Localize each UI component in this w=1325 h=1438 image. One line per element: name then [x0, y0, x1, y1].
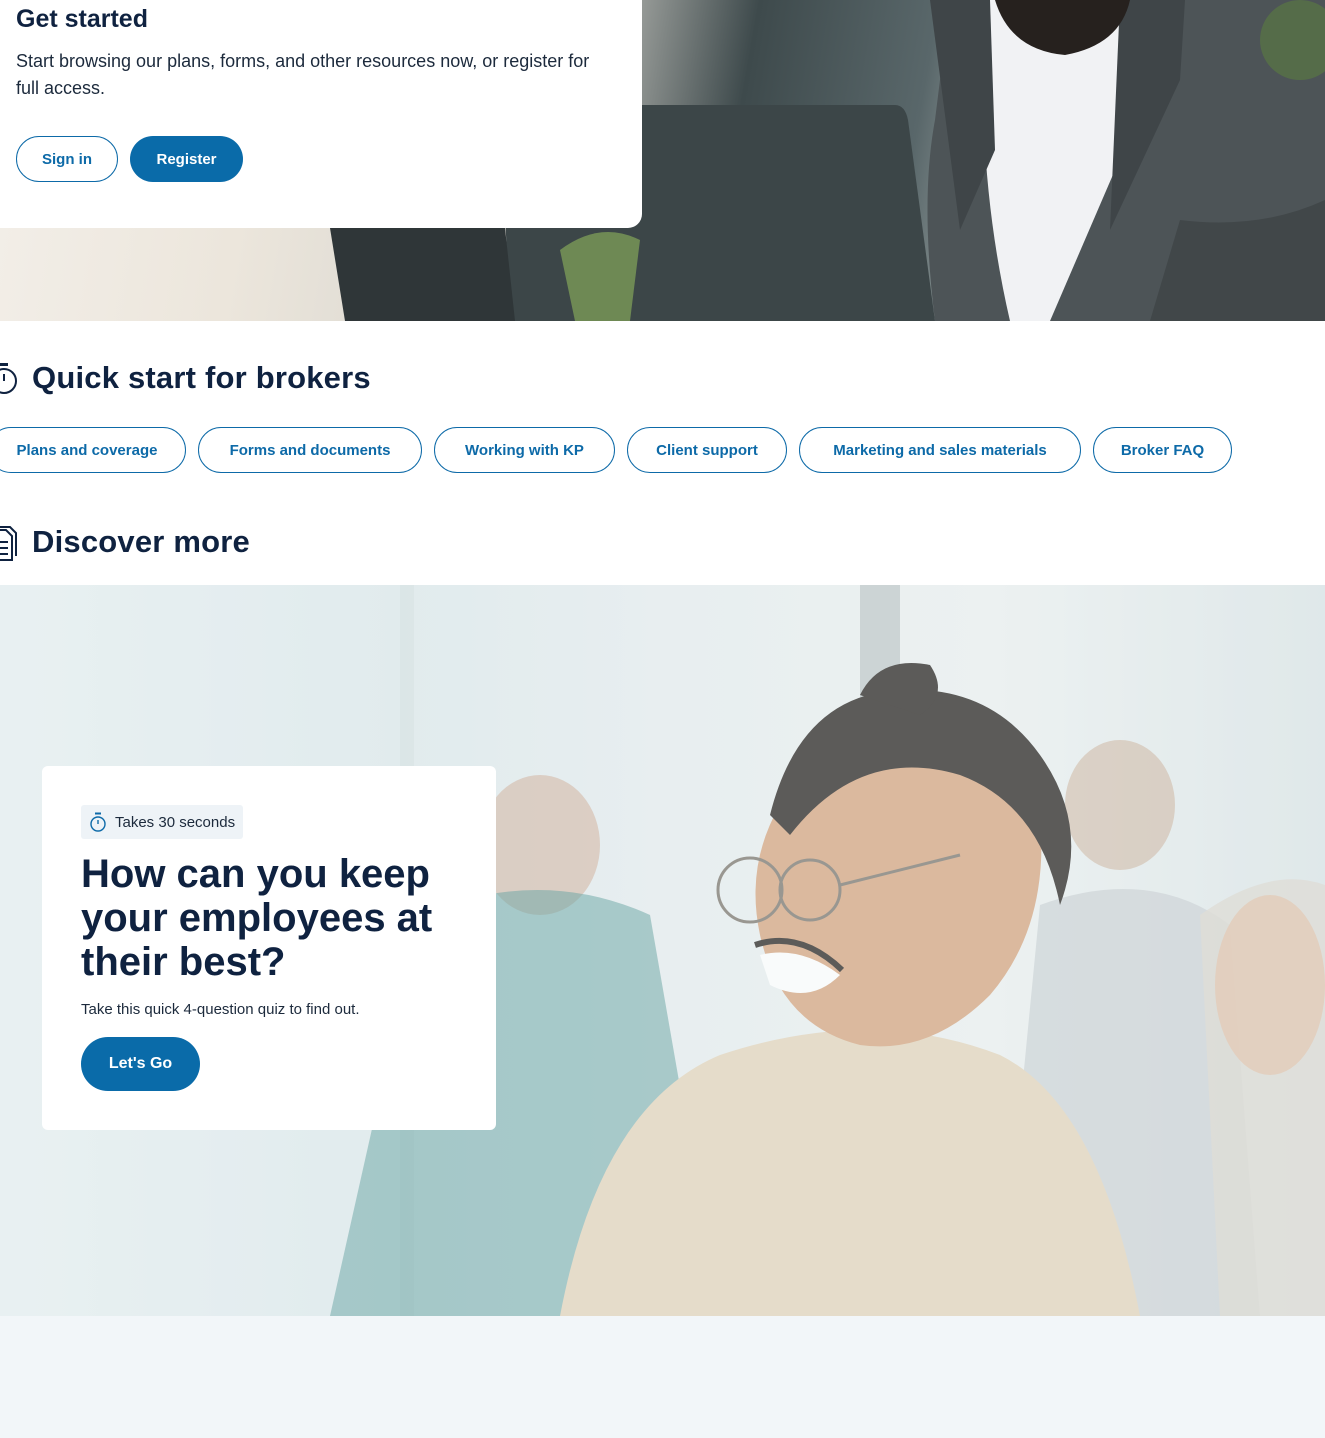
quick-link-marketing-and-sales-materials[interactable]: Marketing and sales materials — [799, 427, 1081, 473]
sign-in-button[interactable]: Sign in — [16, 136, 118, 182]
get-started-card — [0, 0, 642, 228]
stopwatch-icon — [90, 812, 106, 832]
register-button[interactable]: Register — [130, 136, 243, 182]
get-started-title: Get started — [16, 5, 148, 33]
quiz-duration-text: Takes 30 seconds — [115, 813, 236, 831]
quick-link-plans-and-coverage[interactable]: Plans and coverage — [0, 427, 186, 473]
quiz-duration-badge: Takes 30 seconds — [81, 805, 244, 839]
quick-start-title: Quick start for brokers — [32, 360, 371, 395]
footer-band — [0, 1316, 1325, 1438]
document-icon — [0, 526, 17, 561]
hero-banner: Get started Start browsing our plans, fo… — [0, 0, 1325, 321]
quick-link-broker-faq[interactable]: Broker FAQ — [1093, 427, 1232, 473]
quiz-description: Take this quick 4-question quiz to find … — [81, 1001, 360, 1018]
quick-link-forms-and-documents[interactable]: Forms and documents — [198, 427, 422, 473]
quick-link-working-with-kp[interactable]: Working with KP — [434, 427, 615, 473]
quiz-title: How can you keep your employees at their… — [81, 852, 433, 984]
quiz-promo-banner: Takes 30 seconds How can you keep your e… — [0, 585, 1325, 1316]
quiz-card: Takes 30 seconds How can you keep your e… — [42, 766, 496, 1130]
quick-link-client-support[interactable]: Client support — [627, 427, 787, 473]
lets-go-button[interactable]: Let's Go — [81, 1037, 200, 1091]
get-started-description: Start browsing our plans, forms, and oth… — [16, 51, 590, 98]
stopwatch-icon — [0, 363, 17, 394]
discover-more-title: Discover more — [32, 524, 250, 559]
